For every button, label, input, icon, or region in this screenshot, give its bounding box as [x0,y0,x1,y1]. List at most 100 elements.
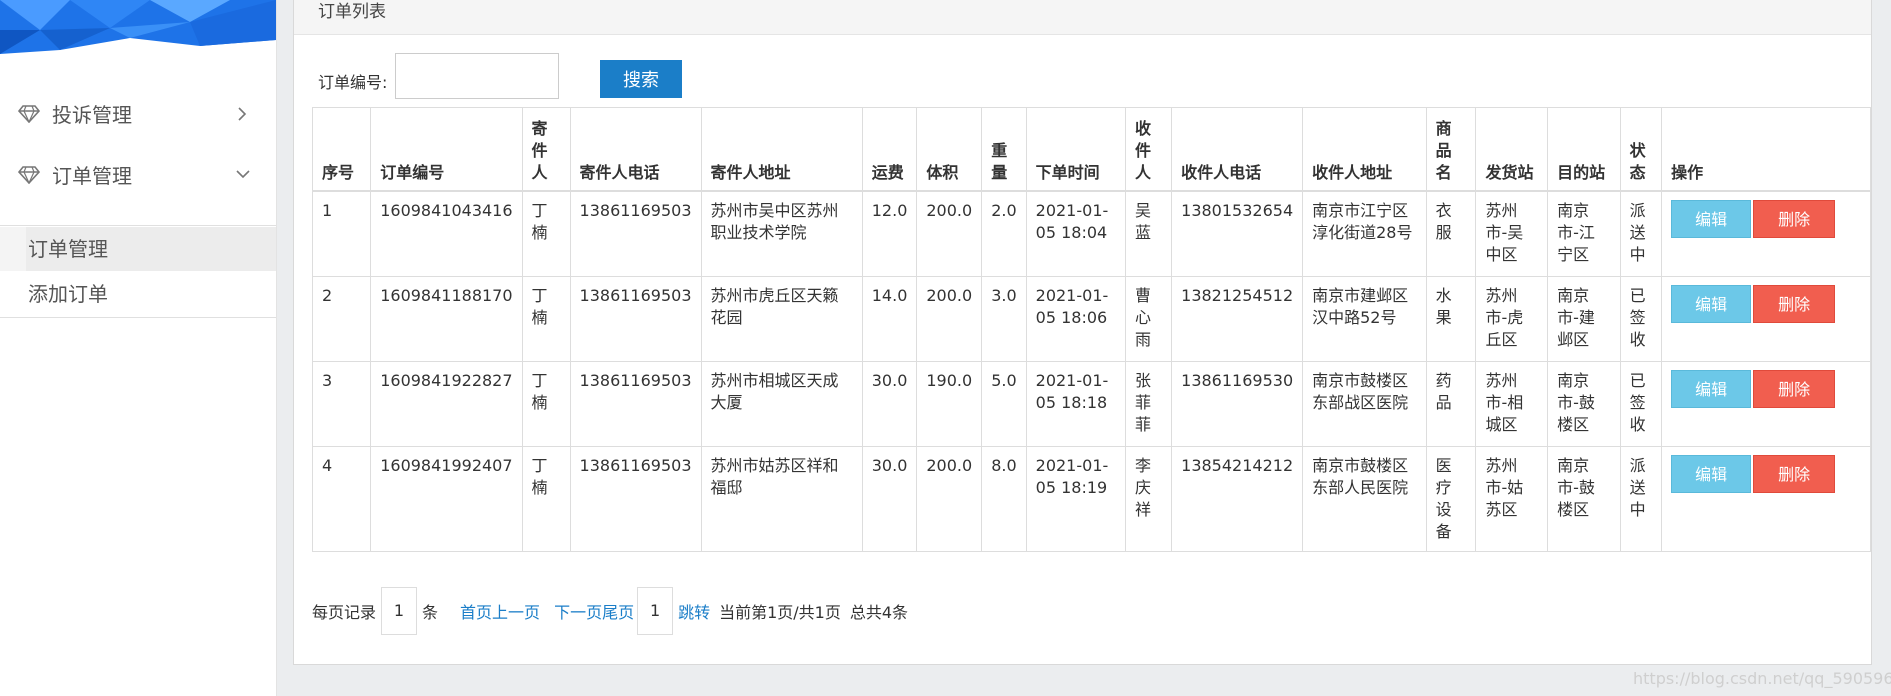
table-cell: 苏州市-姑苏区 [1475,446,1549,552]
actions-cell: 编辑 删除 [1661,276,1871,362]
table-cell: 苏州市-相城区 [1475,361,1549,447]
last-page-link[interactable]: 尾页 [602,599,634,623]
chevron-down-icon [236,170,250,179]
table-row: 4 1609841992407 丁楠 13861169503 苏州市姑苏区祥和福邸 30.… [311,446,1871,552]
table-cell: 13861169503 [569,190,702,277]
table-cell: 1609841922827 [370,361,523,447]
logo-banner [0,0,276,54]
table-cell: 南京市-鼓楼区 [1547,446,1621,552]
edit-button[interactable]: 编辑 [1671,455,1752,493]
search-button[interactable]: 搜索 [600,60,682,98]
table-cell: 2021-01-05 18:06 [1025,276,1127,362]
table-cell: 南京市-鼓楼区 [1547,361,1621,447]
column-header: 收件人地址 [1302,107,1427,192]
column-header: 寄件人 [521,107,571,192]
table-cell: 派送中 [1619,446,1663,552]
table-cell: 14.0 [861,276,918,362]
submenu: 订单管理 添加订单 [0,225,276,318]
table-cell: 丁楠 [521,190,571,277]
table-row: 3 1609841922827 丁楠 13861169503 苏州市相城区天成大厦 30.… [311,361,1871,447]
column-header: 状态 [1619,107,1663,192]
first-page-link[interactable]: 首页 [460,599,492,623]
table-cell: 13821254512 [1171,276,1304,362]
table-cell: 3.0 [981,276,1027,362]
table-cell: 1609841188170 [370,276,523,362]
edit-button[interactable]: 编辑 [1671,285,1752,323]
next-page-link[interactable]: 下一页 [554,599,602,623]
table-cell: 12.0 [861,190,918,277]
table-cell: 已签收 [1619,361,1663,447]
column-header: 操作 [1661,107,1871,192]
edit-button[interactable]: 编辑 [1671,370,1752,408]
panel-header: 订单列表 [294,0,1871,35]
table-cell: 苏州市姑苏区祥和福邸 [700,446,863,552]
orders-table: 序号 订单编号 寄件人 寄件人电话 寄件人地址 运费 体积 重量 下单时间 收件人 收件人电话 收件人… [311,107,1871,552]
submenu-label: 添加订单 [28,282,108,306]
panel-title: 订单列表 [318,2,386,22]
delete-button[interactable]: 删除 [1753,455,1836,493]
prev-page-link[interactable]: 上一页 [492,599,540,623]
table-cell: 30.0 [861,446,918,552]
table-cell: 已签收 [1619,276,1663,362]
submenu-item-add-order[interactable]: 添加订单 [0,272,276,316]
table-cell: 13861169530 [1171,361,1304,447]
table-cell: 1609841992407 [370,446,523,552]
actions-cell: 编辑 删除 [1661,361,1871,447]
table-cell: 200.0 [916,446,983,552]
table-cell: 丁楠 [521,276,571,362]
column-header: 序号 [311,107,372,192]
per-page-suffix: 条 [422,603,439,622]
jump-link[interactable]: 跳转 [678,599,710,623]
order-number-search-input[interactable] [395,53,559,99]
table-cell: 派送中 [1619,190,1663,277]
table-cell: 8.0 [981,446,1027,552]
table-cell: 13861169503 [569,276,702,362]
table-cell: 南京市-江宁区 [1547,190,1621,277]
delete-button[interactable]: 删除 [1753,285,1836,323]
table-cell: 13861169503 [569,446,702,552]
table-cell: 张菲菲 [1125,361,1173,447]
menu-order-management[interactable]: 订单管理 [0,144,276,204]
jump-page-input[interactable]: 1 [637,587,674,635]
table-cell: 4 [311,446,372,552]
pagination: 每页记录 1 条 首页 上一页 下一页 尾页 1 跳转 当前第1页/共1页 总共… [312,586,908,636]
table-cell: 200.0 [916,276,983,362]
menu-complaint-management[interactable]: 投诉管理 [0,83,276,143]
table-cell: 13801532654 [1171,190,1304,277]
table-cell: 30.0 [861,361,918,447]
per-page-input[interactable]: 1 [381,587,418,635]
submenu-item-order-management[interactable]: 订单管理 [0,227,276,271]
column-header: 下单时间 [1025,107,1127,192]
delete-button[interactable]: 删除 [1753,200,1836,238]
table-cell: 190.0 [916,361,983,447]
edit-button[interactable]: 编辑 [1671,200,1752,238]
menu-label: 投诉管理 [52,102,132,127]
table-cell: 衣服 [1425,190,1477,277]
table-cell: 2021-01-05 18:19 [1025,446,1127,552]
column-header: 重量 [981,107,1027,192]
current-page-info: 当前第1页/共1页 [719,603,841,622]
table-cell: 苏州市-吴中区 [1475,190,1549,277]
table-cell: 5.0 [981,361,1027,447]
table-cell: 1 [311,190,372,277]
table-cell: 李庆祥 [1125,446,1173,552]
gem-icon [18,105,40,123]
column-header: 体积 [916,107,983,192]
table-cell: 南京市-建邺区 [1547,276,1621,362]
table-cell: 南京市鼓楼区东部人民医院 [1302,446,1427,552]
delete-button[interactable]: 删除 [1753,370,1836,408]
table-cell: 苏州市-虎丘区 [1475,276,1549,362]
table-header-row: 序号 订单编号 寄件人 寄件人电话 寄件人地址 运费 体积 重量 下单时间 收件人 收件人电话 收件人… [311,107,1871,192]
search-label: 订单编号: [318,73,388,92]
column-header: 商品名 [1425,107,1477,192]
column-header: 寄件人地址 [700,107,863,192]
table-cell: 药品 [1425,361,1477,447]
column-header: 发货站 [1475,107,1549,192]
gem-icon [18,166,40,184]
table-cell: 丁楠 [521,361,571,447]
table-row: 2 1609841188170 丁楠 13861169503 苏州市虎丘区天籁花园 14.… [311,276,1871,362]
column-header: 订单编号 [370,107,523,192]
table-cell: 3 [311,361,372,447]
table-cell: 南京市建邺区汉中路52号 [1302,276,1427,362]
column-header: 寄件人电话 [569,107,702,192]
